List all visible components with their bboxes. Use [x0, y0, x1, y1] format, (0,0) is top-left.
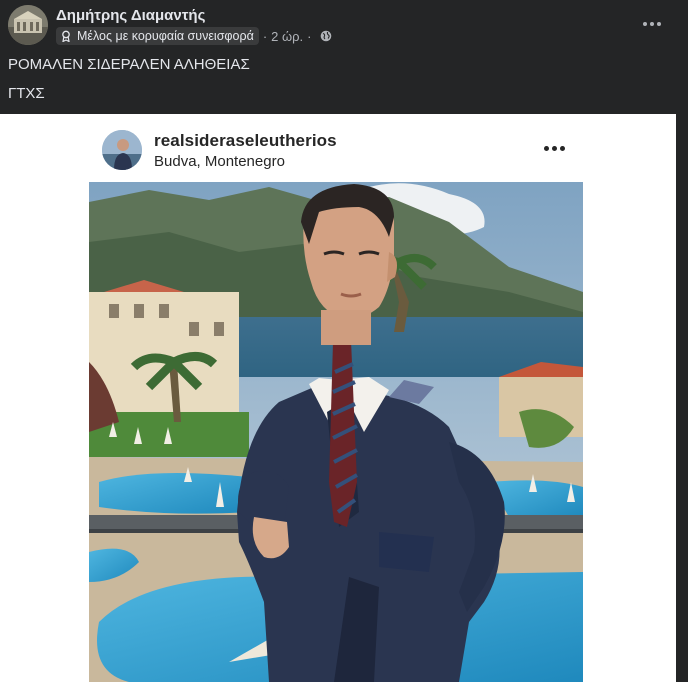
author-avatar[interactable]	[8, 5, 48, 45]
more-options-button[interactable]	[638, 14, 666, 34]
instagram-location: Budva, Montenegro	[154, 153, 285, 170]
more-options-icon	[643, 22, 647, 26]
instagram-avatar	[102, 130, 142, 170]
award-badge-icon	[62, 30, 70, 42]
top-contributor-badge[interactable]: Μέλος με κορυφαία συνεισφορά	[56, 27, 259, 45]
scrollbar-track[interactable]	[676, 114, 688, 682]
instagram-photo	[89, 182, 583, 682]
resort-photo-illustration	[89, 182, 583, 682]
globe-icon[interactable]	[320, 30, 332, 42]
instagram-post-header: realsideraseleutherios Budva, Montenegro	[0, 114, 676, 182]
badge-label: Μέλος με κορυφαία συνεισφορά	[77, 29, 254, 43]
post-header: Δημήτρης Διαμαντής Μέλος με κορυφαία συν…	[0, 0, 688, 52]
instagram-username: realsideraseleutherios	[154, 131, 337, 150]
meta-separator: ·	[262, 28, 268, 44]
author-name[interactable]: Δημήτρης Διαμαντής	[56, 7, 205, 24]
post-meta: Μέλος με κορυφαία συνεισφορά · 2 ώρ. ·	[56, 27, 332, 45]
meta-separator-2: ·	[307, 28, 312, 44]
instagram-more-icon	[544, 140, 568, 156]
post-photo[interactable]: realsideraseleutherios Budva, Montenegro	[0, 114, 676, 682]
post-time[interactable]: 2 ώρ.	[271, 29, 303, 44]
post-text-line-1: ΡΟΜΑΛΕΝ ΣΙΔΕΡΑΛΕΝ ΑΛΗΘΕΙΑΣ	[8, 56, 250, 73]
post-text-line-2: ΓΤΧΣ	[8, 85, 45, 102]
